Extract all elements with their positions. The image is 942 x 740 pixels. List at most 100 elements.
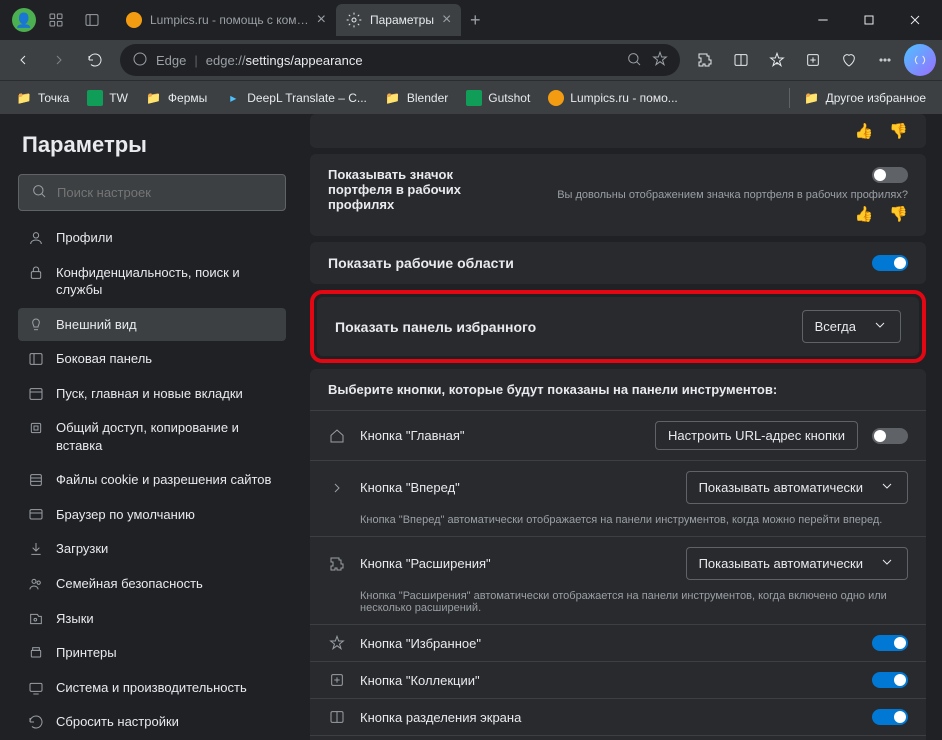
bookmarks-bar: 📁Точка TW 📁Фермы ▸DeepL Translate – С...… — [0, 80, 942, 114]
split-button-row: Кнопка разделения экрана — [310, 698, 926, 735]
titlebar: 👤 Lumpics.ru - помощь с компьют × Параме… — [0, 0, 942, 40]
other-bookmarks[interactable]: 📁Другое избранное — [796, 86, 934, 110]
sidebar-item-12[interactable]: Система и производительность — [18, 671, 286, 705]
sidebar-item-10[interactable]: Языки — [18, 602, 286, 636]
home-toggle[interactable] — [872, 428, 908, 444]
settings-sidebar: Параметры ПрофилиКонфиденциальность, пои… — [0, 114, 294, 740]
sidebar-item-9[interactable]: Семейная безопасность — [18, 567, 286, 601]
extensions-button[interactable] — [688, 43, 722, 77]
bookmark-item[interactable]: 📁Фермы — [138, 86, 215, 110]
search-input[interactable] — [57, 185, 273, 200]
tab-title: Lumpics.ru - помощь с компьют — [150, 13, 309, 27]
profile-avatar[interactable]: 👤 — [12, 8, 36, 32]
briefcase-toggle[interactable] — [872, 167, 908, 183]
thumbs-down-icon[interactable]: 👎 — [889, 205, 908, 223]
sidebar-item-2[interactable]: Внешний вид — [18, 308, 286, 342]
workspaces-title: Показать рабочие области — [328, 255, 860, 271]
favorites-toggle[interactable] — [872, 635, 908, 651]
sidebar-item-0[interactable]: Профили — [18, 221, 286, 255]
sidebar-item-8[interactable]: Загрузки — [18, 532, 286, 566]
nav-label: Файлы cookie и разрешения сайтов — [56, 471, 271, 489]
extensions-dropdown[interactable]: Показывать автоматически — [686, 547, 908, 580]
forward-desc: Кнопка "Вперед" автоматически отображает… — [310, 514, 926, 536]
workspaces-icon[interactable] — [40, 4, 72, 36]
url-text: edge://settings/appearance — [206, 53, 618, 68]
split-toggle[interactable] — [872, 709, 908, 725]
toolbar-section-title: Выберите кнопки, которые будут показаны … — [310, 369, 926, 410]
minimize-button[interactable] — [800, 4, 846, 36]
collections-button[interactable] — [796, 43, 830, 77]
split-screen-button[interactable] — [724, 43, 758, 77]
bookmark-item[interactable]: Lumpics.ru - помо... — [540, 86, 685, 110]
nav-label: Профили — [56, 229, 113, 247]
tab-lumpics[interactable]: Lumpics.ru - помощь с компьют × — [116, 4, 336, 36]
bookmark-item[interactable]: ▸DeepL Translate – С... — [217, 86, 375, 110]
favorites-bar-card: Показать панель избранного Всегда — [317, 297, 919, 356]
close-icon[interactable]: × — [317, 11, 326, 29]
nav-icon — [28, 680, 44, 696]
sidebar-item-3[interactable]: Боковая панель — [18, 342, 286, 376]
sidebar-item-7[interactable]: Браузер по умолчанию — [18, 498, 286, 532]
nav-label: Семейная безопасность — [56, 575, 203, 593]
maximize-button[interactable] — [846, 4, 892, 36]
nav-icon — [28, 645, 44, 661]
bookmark-item[interactable]: 📁Blender — [377, 86, 456, 110]
home-url-button[interactable]: Настроить URL-адрес кнопки — [655, 421, 858, 450]
sidebar-item-4[interactable]: Пуск, главная и новые вкладки — [18, 377, 286, 411]
briefcase-question: Вы довольны отображением значка портфеля… — [520, 189, 908, 201]
puzzle-icon — [328, 556, 346, 572]
forward-label: Кнопка "Вперед" — [360, 480, 672, 495]
search-icon[interactable] — [626, 51, 642, 70]
chevron-down-icon — [879, 478, 895, 497]
nav-icon — [28, 611, 44, 627]
forward-button[interactable] — [42, 43, 76, 77]
sidebar-item-11[interactable]: Принтеры — [18, 636, 286, 670]
favorites-bar-dropdown[interactable]: Всегда — [802, 310, 901, 343]
copilot-button[interactable] — [904, 44, 936, 76]
browser-essentials-button[interactable] — [832, 43, 866, 77]
sidebar-item-1[interactable]: Конфиденциальность, поиск и службы — [18, 256, 286, 307]
star-icon[interactable] — [652, 51, 668, 70]
nav-icon — [28, 507, 44, 523]
folder-icon: 📁 — [385, 90, 401, 106]
favorites-button[interactable] — [760, 43, 794, 77]
site-icon: ▸ — [225, 90, 241, 106]
bookmark-item[interactable]: TW — [79, 86, 136, 110]
refresh-button[interactable] — [78, 43, 112, 77]
vertical-tabs-icon[interactable] — [76, 4, 108, 36]
collections-button-row: Кнопка "Коллекции" — [310, 661, 926, 698]
close-window-button[interactable] — [892, 4, 938, 36]
nav-label: Пуск, главная и новые вкладки — [56, 385, 243, 403]
thumbs-down-icon[interactable]: 👎 — [889, 122, 908, 140]
tab-settings[interactable]: Параметры × — [336, 4, 461, 36]
new-tab-button[interactable]: + — [461, 6, 489, 34]
tab-title: Параметры — [370, 13, 434, 27]
thumbs-up-icon[interactable]: 👍 — [855, 205, 874, 223]
address-bar[interactable]: Edge | edge://settings/appearance — [120, 44, 680, 76]
collections-toggle[interactable] — [872, 672, 908, 688]
chevron-down-icon — [879, 554, 895, 573]
settings-search[interactable] — [18, 174, 286, 211]
site-icon — [466, 90, 482, 106]
thumbs-up-icon[interactable]: 👍 — [855, 122, 874, 140]
workspaces-toggle[interactable] — [872, 255, 908, 271]
nav-label: Принтеры — [56, 644, 117, 662]
sidebar-item-13[interactable]: Сбросить настройки — [18, 705, 286, 739]
forward-dropdown[interactable]: Показывать автоматически — [686, 471, 908, 504]
bookmark-item[interactable]: 📁Точка — [8, 86, 77, 110]
bookmark-item[interactable]: Gutshot — [458, 86, 538, 110]
sidebar-item-6[interactable]: Файлы cookie и разрешения сайтов — [18, 463, 286, 497]
close-icon[interactable]: × — [442, 11, 451, 29]
history-button-row: Кнопка "Журнал" — [310, 735, 926, 740]
extensions-desc: Кнопка "Расширения" автоматически отобра… — [310, 590, 926, 624]
workspaces-card: Показать рабочие области — [310, 242, 926, 284]
folder-icon: 📁 — [146, 90, 162, 106]
nav-label: Языки — [56, 610, 94, 628]
star-icon — [328, 635, 346, 651]
home-label: Кнопка "Главная" — [360, 428, 641, 443]
more-button[interactable] — [868, 43, 902, 77]
nav-icon — [28, 576, 44, 592]
settings-nav: Профили Конфиденциальность, поиск и служб… — [18, 221, 286, 740]
sidebar-item-5[interactable]: Общий доступ, копирование и вставка — [18, 411, 286, 462]
back-button[interactable] — [6, 43, 40, 77]
